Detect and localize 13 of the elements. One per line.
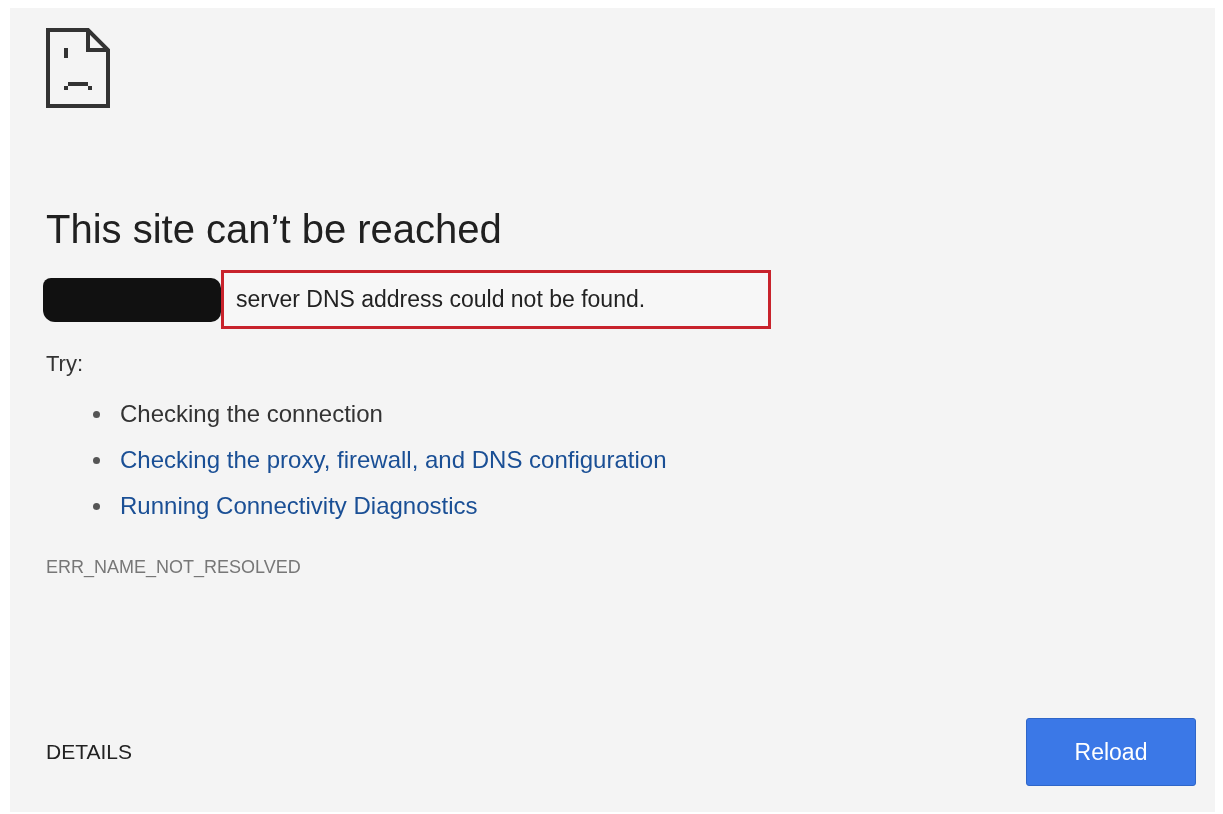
- error-code: ERR_NAME_NOT_RESOLVED: [46, 557, 302, 578]
- error-message: server DNS address could not be found.: [221, 270, 771, 329]
- bullet-icon: [93, 410, 100, 418]
- suggestion-link[interactable]: Running Connectivity Diagnostics: [120, 492, 478, 520]
- suggestion-link[interactable]: Checking the proxy, firewall, and DNS configuration: [120, 446, 667, 474]
- suggestion-text: Checking the connection: [120, 400, 383, 428]
- try-label: Try:: [46, 351, 85, 377]
- bullet-icon: [93, 502, 100, 510]
- reload-button[interactable]: Reload: [1026, 718, 1196, 786]
- sad-page-icon: [46, 28, 110, 108]
- bullet-icon: [93, 456, 100, 464]
- error-heading: This site can’t be reached: [46, 206, 503, 252]
- details-button[interactable]: DETAILS: [46, 740, 132, 764]
